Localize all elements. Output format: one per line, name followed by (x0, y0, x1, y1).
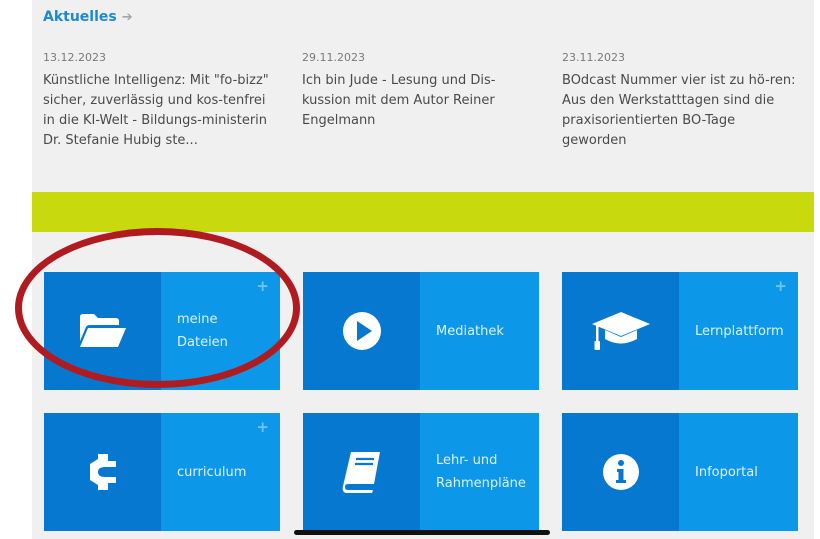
tile-lernplattform[interactable]: Lernplattform + (562, 272, 798, 390)
tile-meine-dateien[interactable]: meine Dateien + (44, 272, 280, 390)
graduation-cap-icon (591, 312, 650, 350)
info-circle-icon (602, 454, 639, 490)
tile-icon-area (303, 272, 420, 390)
screen: Aktuelles ➔ 13.12.2023 Künstliche Intelli… (0, 0, 820, 539)
folder-open-icon (79, 314, 126, 347)
tile-icon-area (303, 413, 420, 531)
home-indicator[interactable] (294, 530, 550, 535)
news-item[interactable]: 29.11.2023 Ich bin Jude - Lesung und Dis… (302, 51, 540, 131)
tile-mediathek[interactable]: Mediathek (303, 272, 539, 390)
news-heading-link[interactable]: Aktuelles ➔ (43, 9, 133, 25)
news-date: 13.12.2023 (43, 51, 106, 64)
news-item[interactable]: 13.12.2023 Künstliche Intelligenz: Mit "… (43, 51, 281, 151)
tile-lehr-und-rahmenplaene[interactable]: Lehr- und Rahmenpläne (303, 413, 539, 531)
tile-icon-area (562, 413, 679, 531)
play-circle-icon (342, 312, 381, 350)
news-text[interactable]: BOdcast Nummer vier ist zu hö-ren: Aus d… (562, 71, 800, 151)
tile-label: Infoportal (695, 464, 758, 480)
news-heading-label: Aktuelles (43, 9, 117, 25)
plus-icon[interactable]: + (774, 277, 787, 295)
accent-banner (32, 192, 814, 232)
news-date: 23.11.2023 (562, 51, 625, 64)
tile-icon-area (44, 272, 161, 390)
news-date: 29.11.2023 (302, 51, 365, 64)
book-icon (342, 452, 380, 493)
tile-infoportal[interactable]: Infoportal (562, 413, 798, 531)
plus-icon[interactable]: + (256, 418, 269, 436)
tile-curriculum[interactable]: curriculum + (44, 413, 280, 531)
news-text[interactable]: Ich bin Jude - Lesung und Dis-kussion mi… (302, 71, 540, 131)
news-item[interactable]: 23.11.2023 BOdcast Nummer vier ist zu hö… (562, 51, 800, 151)
plus-icon[interactable]: + (256, 277, 269, 295)
arrow-right-icon: ➔ (121, 10, 133, 25)
curriculum-c-icon (89, 454, 116, 490)
news-text[interactable]: Künstliche Intelligenz: Mit "fo-bizz" si… (43, 71, 281, 151)
tile-label: Mediathek (436, 323, 504, 339)
tile-icon-area (562, 272, 679, 390)
tile-label: Lehr- und Rahmenpläne (436, 453, 526, 491)
tile-icon-area (44, 413, 161, 531)
